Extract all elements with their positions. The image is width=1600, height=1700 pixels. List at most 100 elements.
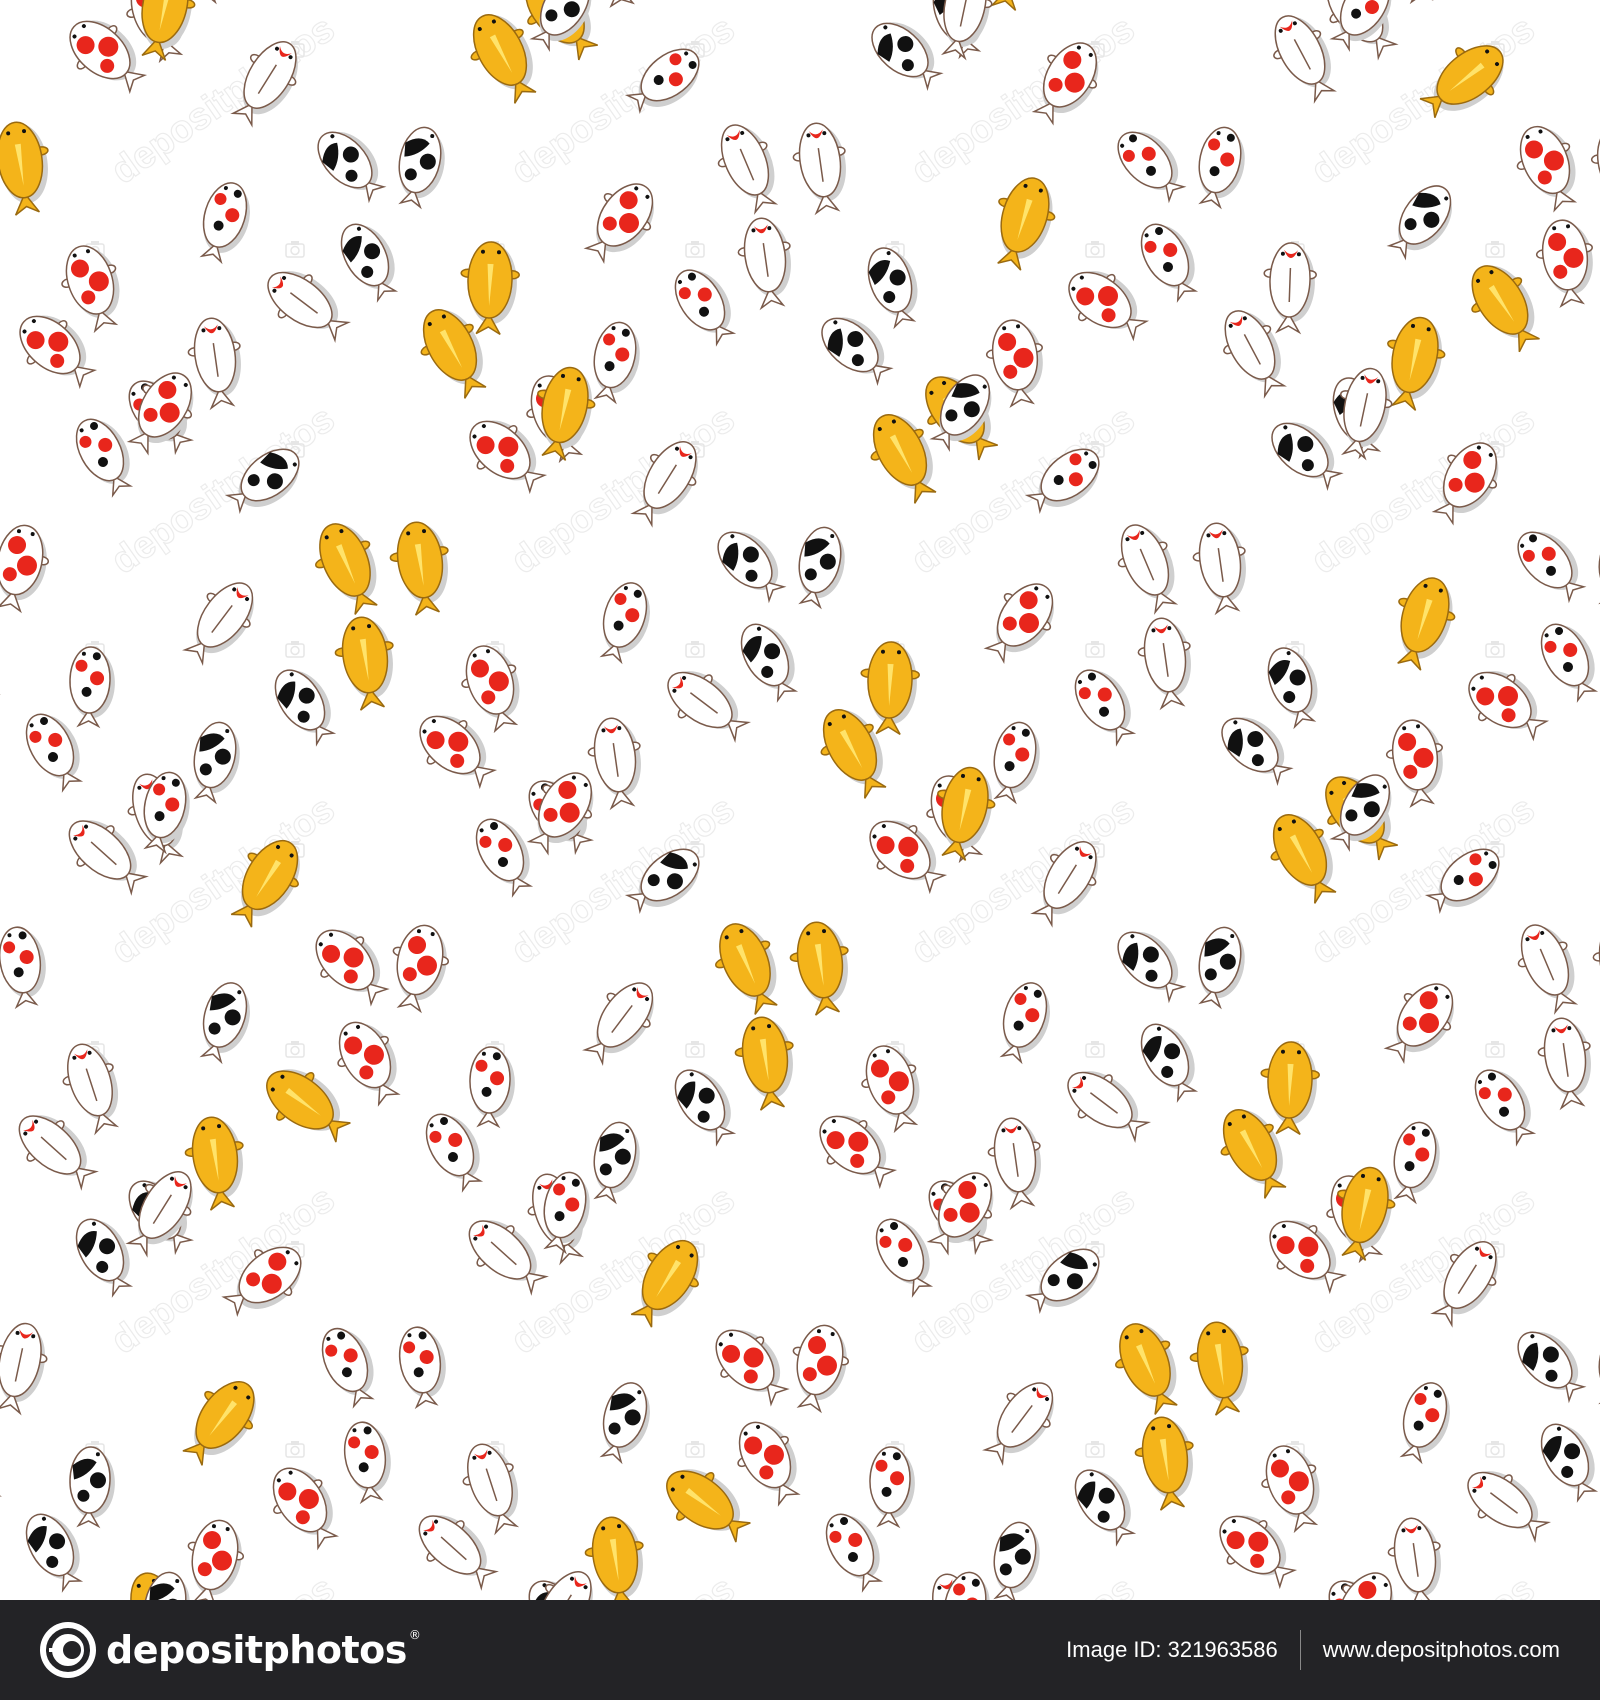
fish-layer — [0, 0, 1600, 1600]
koi-fish — [1260, 640, 1329, 731]
koi-fish — [980, 169, 1065, 276]
koi-fish — [264, 657, 347, 751]
koi-fish — [591, 1376, 660, 1468]
koi-fish — [1531, 613, 1600, 706]
koi-fish — [1385, 1117, 1448, 1206]
footer-divider — [1299, 1630, 1301, 1670]
koi-fish — [307, 118, 396, 209]
koi-fish — [591, 576, 660, 668]
koi-fish — [1588, 918, 1600, 1016]
koi-fish — [699, 1314, 801, 1417]
koi-fish — [1130, 1412, 1202, 1514]
koi-fish — [16, 703, 95, 796]
koi-fish — [0, 1409, 14, 1514]
koi-fish — [66, 1208, 145, 1301]
koi-fish — [1185, 1317, 1257, 1419]
koi-fish — [172, 569, 269, 673]
koi-fish — [1131, 213, 1210, 306]
koi-fish — [1188, 518, 1254, 616]
koi-fish — [981, 315, 1051, 410]
koi-fish — [467, 1045, 517, 1128]
koi-fish — [1533, 1013, 1599, 1111]
koi-fish — [1507, 518, 1596, 609]
koi-fish — [1454, 655, 1558, 754]
koi-fish — [858, 640, 922, 736]
koi-fish — [256, 1454, 352, 1558]
koi-fish — [0, 923, 52, 1010]
depositphotos-logo[interactable]: depositphotos ® — [40, 1622, 421, 1678]
koi-fish — [1314, 1559, 1409, 1600]
koi-fish — [67, 1445, 117, 1528]
koi-fish — [816, 1503, 895, 1596]
koi-fish — [1586, 120, 1600, 215]
koi-fish — [866, 1208, 945, 1301]
koi-fish — [860, 240, 929, 331]
koi-fish — [390, 122, 453, 211]
koi-fish — [1389, 0, 1447, 5]
koi-fish — [664, 257, 747, 351]
koi-fish — [339, 1418, 397, 1505]
koi-fish — [664, 1057, 747, 1151]
koi-fish — [1064, 657, 1147, 751]
koi-fish — [1064, 1457, 1147, 1551]
camera-icon — [1085, 1040, 1105, 1058]
site-url[interactable]: www.depositphotos.com — [1323, 1637, 1560, 1663]
koi-fish — [458, 240, 522, 336]
koi-fish — [730, 1012, 802, 1114]
koi-pattern-canvas: depositphotos depositphotos depositphotosd… — [0, 0, 1600, 1600]
koi-fish — [651, 1453, 762, 1557]
koi-fish — [1258, 1040, 1322, 1136]
koi-fish — [302, 512, 394, 622]
image-id: Image ID: 321963586 — [1066, 1637, 1278, 1662]
koi-fish — [985, 1517, 1048, 1600]
koi-fish — [254, 256, 358, 353]
depositphotos-logo-icon — [40, 1622, 96, 1678]
koi-fish — [16, 1503, 95, 1596]
koi-fish — [183, 313, 249, 411]
koi-fish — [572, 969, 669, 1073]
koi-fish — [731, 613, 810, 706]
camera-icon — [685, 240, 705, 258]
koi-fish — [1505, 915, 1591, 1019]
koi-fish — [1464, 1057, 1547, 1151]
koi-fish — [867, 1445, 917, 1528]
koi-fish — [323, 1010, 414, 1114]
koi-fish — [790, 522, 853, 611]
camera-icon — [685, 1040, 705, 1058]
koi-fish — [185, 717, 248, 806]
camera-icon — [1085, 1440, 1105, 1458]
koi-fish — [53, 1036, 132, 1139]
koi-fish — [723, 1410, 814, 1514]
koi-fish — [1507, 1318, 1596, 1409]
koi-fish — [1504, 116, 1592, 218]
koi-fish — [67, 645, 117, 728]
koi-fish — [985, 717, 1048, 806]
koi-fish — [702, 912, 794, 1022]
koi-fish — [168, 1366, 272, 1477]
koi-fish — [991, 976, 1060, 1068]
koi-fish — [1190, 922, 1253, 1011]
koi-fish — [381, 919, 456, 1016]
koi-fish — [1383, 1513, 1449, 1600]
camera-icon — [1085, 240, 1105, 258]
koi-fish — [1391, 1376, 1460, 1468]
koi-fish — [404, 700, 507, 801]
koi-fish — [453, 1436, 532, 1539]
koi-fish — [1133, 613, 1199, 711]
koi-fish — [1131, 1013, 1210, 1106]
koi-fish — [466, 808, 545, 901]
camera-icon — [685, 640, 705, 658]
koi-fish — [1371, 969, 1470, 1073]
koi-fish — [733, 213, 799, 311]
koi-fish — [581, 0, 651, 10]
koi-fish — [654, 656, 758, 753]
stock-footer: depositphotos ® Image ID: 321963586 www.d… — [0, 1600, 1600, 1700]
koi-fish — [781, 1319, 856, 1416]
logo-wordmark: depositphotos ® — [106, 1628, 421, 1672]
koi-fish — [5, 0, 102, 8]
koi-fish — [785, 917, 857, 1019]
camera-icon — [285, 640, 305, 658]
koi-fish — [0, 212, 2, 314]
camera-icon — [1485, 640, 1505, 658]
watermark-text: depositphotos — [104, 8, 343, 193]
